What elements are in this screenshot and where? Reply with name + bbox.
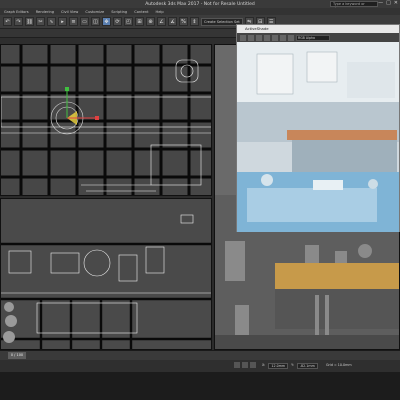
menu-rendering[interactable]: Rendering — [36, 10, 54, 14]
y-coordinate-field[interactable]: -82.1mm — [296, 363, 318, 369]
close-button[interactable]: ✕ — [394, 0, 398, 6]
redo-icon[interactable]: ↷ — [14, 17, 23, 26]
select-by-name-icon[interactable]: ≡ — [69, 17, 78, 26]
channel-dropdown[interactable]: RGB Alpha — [296, 34, 330, 41]
select-icon[interactable]: ▸ — [58, 17, 67, 26]
clear-icon[interactable] — [272, 34, 278, 41]
go-to-start-icon[interactable] — [234, 362, 240, 368]
print-icon[interactable] — [264, 34, 270, 41]
window-title: Autodesk 3ds Max 2017 - Not for Resale U… — [145, 1, 255, 7]
green-channel-icon[interactable] — [288, 34, 294, 41]
top-viewport[interactable] — [0, 44, 212, 196]
scale-icon[interactable]: ◰ — [124, 17, 133, 26]
time-slider[interactable]: 0 / 100 — [0, 351, 400, 360]
link-icon[interactable]: ⛓ — [25, 17, 34, 26]
x-label: X: — [262, 363, 266, 367]
play-icon[interactable] — [250, 362, 256, 368]
undo-icon[interactable]: ↶ — [3, 17, 12, 26]
window-crossing-icon[interactable]: ◫ — [91, 17, 100, 26]
coordinate-readout: X: 12.0mm Y: -82.1mm — [262, 363, 318, 369]
menu-content[interactable]: Content — [134, 10, 148, 14]
maximize-button[interactable]: □ — [386, 0, 391, 6]
angle-snap-icon[interactable]: ∡ — [168, 17, 177, 26]
clone-window-icon[interactable] — [256, 34, 262, 41]
activeshade-toolbar: RGB Alpha — [237, 33, 399, 42]
menu-customize[interactable]: Customize — [85, 10, 104, 14]
percent-snap-icon[interactable]: % — [179, 17, 188, 26]
menu-bar: Graph Editors Rendering Civil View Custo… — [0, 8, 400, 15]
menu-civil-view[interactable]: Civil View — [61, 10, 78, 14]
copy-image-icon[interactable] — [248, 34, 254, 41]
top-wireframe — [1, 45, 211, 195]
pivot-icon[interactable]: ⊕ — [146, 17, 155, 26]
rendered-kitchen-image — [237, 42, 399, 232]
red-channel-icon[interactable] — [280, 34, 286, 41]
menu-help[interactable]: Help — [156, 10, 164, 14]
rotate-icon[interactable]: ⟳ — [113, 17, 122, 26]
bind-spacewarp-icon[interactable]: ∿ — [47, 17, 56, 26]
bottom-strip — [0, 372, 400, 400]
time-slider-thumb[interactable]: 0 / 100 — [8, 352, 26, 359]
prev-frame-icon[interactable] — [242, 362, 248, 368]
animation-controls — [234, 362, 256, 368]
unlink-icon[interactable]: ✂ — [36, 17, 45, 26]
grid-size-readout: Grid = 10.0mm — [326, 363, 352, 367]
spinner-snap-icon[interactable]: ⇕ — [190, 17, 199, 26]
x-coordinate-field[interactable]: 12.0mm — [268, 363, 289, 369]
y-label: Y: — [291, 363, 294, 367]
front-viewport[interactable] — [0, 198, 212, 350]
reference-coord-icon[interactable]: ⊞ — [135, 17, 144, 26]
rect-select-icon[interactable]: ▭ — [80, 17, 89, 26]
snap-icon[interactable]: ∠ — [157, 17, 166, 26]
activeshade-window[interactable]: ActiveShade RGB Alpha — [236, 24, 400, 232]
window-controls: — □ ✕ — [378, 0, 398, 6]
ribbon — [0, 29, 238, 38]
menu-scripting[interactable]: Scripting — [111, 10, 127, 14]
save-image-icon[interactable] — [240, 34, 246, 41]
minimize-button[interactable]: — — [378, 0, 383, 6]
front-props — [3, 302, 17, 343]
activeshade-title: ActiveShade — [237, 25, 399, 33]
search-input[interactable]: Type a keyword or phrase — [330, 1, 378, 11]
title-bar: Autodesk 3ds Max 2017 - Not for Resale U… — [0, 0, 400, 11]
front-wireframe — [1, 214, 211, 349]
move-icon[interactable]: ✥ — [102, 17, 111, 26]
menu-graph-editors[interactable]: Graph Editors — [4, 10, 29, 14]
